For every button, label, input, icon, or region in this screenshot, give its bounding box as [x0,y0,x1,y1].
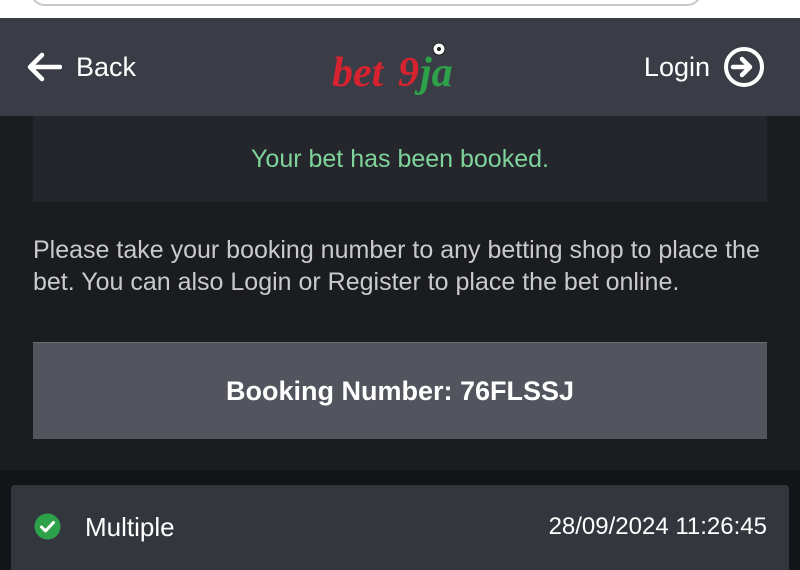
back-label: Back [76,51,137,82]
top-strip [0,0,800,18]
logo-text-bet: bet [332,50,385,96]
bet-summary-card[interactable]: Multiple 28/09/2024 11:26:45 [11,485,789,570]
login-label: Login [643,51,710,82]
arrow-right-circle-icon [724,47,764,87]
app-header: Back bet 9 ja Login [0,18,800,116]
back-button[interactable]: Back [26,18,136,116]
arrow-left-icon [27,52,62,82]
bet-datetime: 28/09/2024 11:26:45 [548,513,767,540]
login-button[interactable]: Login [644,18,766,116]
bet-type: Multiple [85,512,175,542]
booking-number-box[interactable]: Booking Number: 76FLSSJ [33,342,767,439]
check-circle-icon [34,513,61,540]
booking-confirmation-notice: Your bet has been booked. [33,116,767,202]
address-bar[interactable] [30,0,702,6]
booking-number-label: Booking Number: 76FLSSJ [225,375,575,406]
soccer-ball-icon [432,42,446,56]
logo-text-9: 9 [398,50,419,96]
logo-text-ja: ja [414,50,453,96]
confirmation-message: Your bet has been booked. [251,144,549,173]
bet9ja-logo[interactable]: bet 9 ja [332,40,482,100]
booking-instructions: Please take your booking number to any b… [33,236,760,296]
